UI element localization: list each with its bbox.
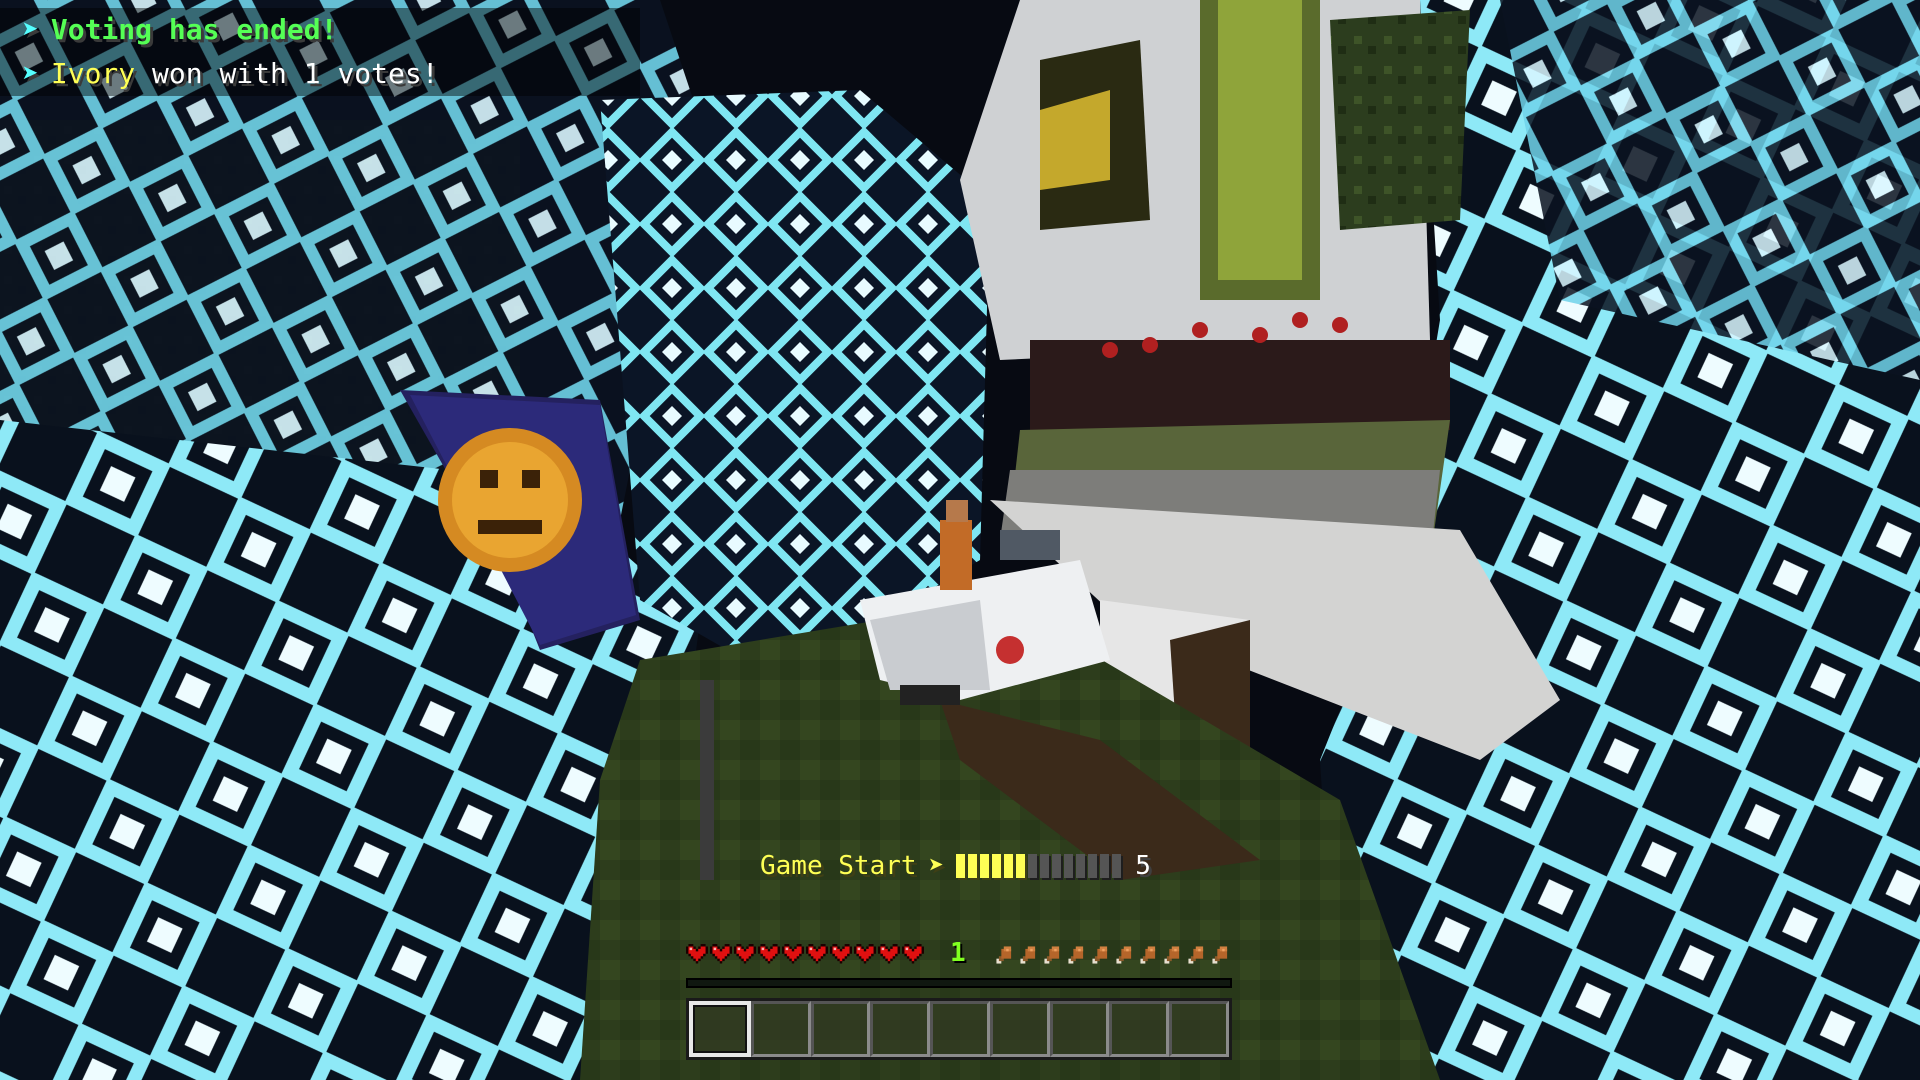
heart-icon — [734, 944, 756, 966]
chat-arrow-icon: ➤ — [22, 13, 39, 46]
hotbar-slot-5[interactable] — [930, 1001, 990, 1057]
hotbar-slot-4[interactable] — [870, 1001, 931, 1057]
chat-player-name: Ivory — [50, 57, 136, 90]
countdown-arrow-icon: ➤ — [928, 851, 945, 881]
hunger-drumstick-icon — [1210, 944, 1232, 966]
chat-text: won with 1 votes! — [135, 57, 439, 90]
hotbar-slot-3[interactable] — [810, 1001, 871, 1057]
chat-message: ➤ Ivory won with 1 votes! — [0, 52, 640, 96]
countdown-progress-bar — [956, 854, 1122, 878]
game-world-view — [0, 0, 1920, 1080]
hotbar[interactable] — [686, 998, 1232, 1060]
hunger-drumstick-icon — [1114, 944, 1136, 966]
countdown-segment — [1088, 854, 1098, 878]
hunger-drumstick-icon — [1066, 944, 1088, 966]
hotbar-slot-9[interactable] — [1169, 1001, 1230, 1057]
heart-icon — [782, 944, 804, 966]
heart-icon — [710, 944, 732, 966]
countdown-segment — [1052, 854, 1062, 878]
countdown-segment — [1100, 854, 1110, 878]
health-bar — [686, 944, 924, 966]
hunger-drumstick-icon — [1138, 944, 1160, 966]
heart-icon — [854, 944, 876, 966]
countdown-segment — [1004, 854, 1014, 878]
countdown-segment — [968, 854, 978, 878]
countdown-segment — [1040, 854, 1050, 878]
countdown-segment — [992, 854, 1002, 878]
heart-icon — [758, 944, 780, 966]
heart-icon — [830, 944, 852, 966]
countdown-seconds: 5 — [1135, 851, 1151, 881]
countdown-segment — [980, 854, 990, 878]
countdown-segment — [956, 854, 966, 878]
game-start-countdown: Game Start ➤ 5 — [760, 846, 1151, 886]
hotbar-slot-2[interactable] — [750, 1001, 811, 1057]
heart-icon — [806, 944, 828, 966]
chat-arrow-icon: ➤ — [22, 57, 39, 90]
countdown-segment — [1064, 854, 1074, 878]
hunger-bar — [994, 944, 1232, 966]
heart-icon — [686, 944, 708, 966]
chat-message: ➤ Voting has ended! — [0, 8, 640, 52]
chat-text: Voting has ended! — [50, 13, 338, 46]
hunger-drumstick-icon — [1042, 944, 1064, 966]
hotbar-slot-7[interactable] — [1049, 1001, 1110, 1057]
hunger-drumstick-icon — [994, 944, 1016, 966]
countdown-segment — [1028, 854, 1038, 878]
hotbar-slot-6[interactable] — [989, 1001, 1050, 1057]
countdown-segment — [1112, 854, 1122, 878]
chat-panel: ➤ Voting has ended! ➤ Ivory won with 1 vot… — [0, 8, 640, 96]
heart-icon — [878, 944, 900, 966]
experience-bar — [686, 978, 1232, 988]
hunger-drumstick-icon — [1018, 944, 1040, 966]
xp-level: 1 — [950, 938, 966, 968]
countdown-segment — [1076, 854, 1086, 878]
countdown-label: Game Start — [760, 851, 917, 881]
countdown-segment — [1016, 854, 1026, 878]
hunger-drumstick-icon — [1162, 944, 1184, 966]
hunger-drumstick-icon — [1186, 944, 1208, 966]
hotbar-slot-8[interactable] — [1109, 1001, 1170, 1057]
hotbar-slot-1[interactable] — [689, 1001, 751, 1057]
hunger-drumstick-icon — [1090, 944, 1112, 966]
heart-icon — [902, 944, 924, 966]
status-hud: 1 — [686, 938, 1232, 974]
